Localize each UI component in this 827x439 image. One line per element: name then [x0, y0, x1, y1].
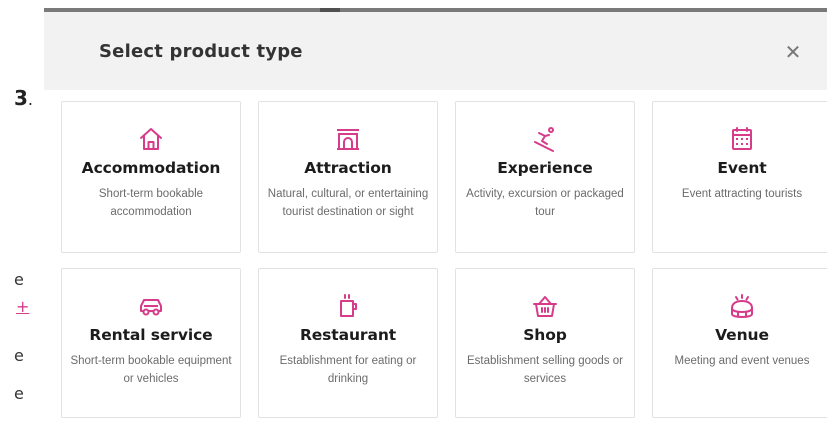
product-type-card-accommodation[interactable]: Accommodation Short-term bookable accomm…	[61, 101, 241, 253]
product-type-card-venue[interactable]: Venue Meeting and event venues	[652, 268, 827, 418]
card-title: Experience	[497, 159, 593, 177]
card-title: Rental service	[89, 326, 213, 344]
card-title: Event	[717, 159, 767, 177]
card-description: Natural, cultural, or entertaining touri…	[267, 188, 429, 218]
product-type-grid: Accommodation Short-term bookable accomm…	[61, 101, 827, 418]
background-add-link[interactable]: +	[16, 297, 29, 316]
card-description: Establishment selling goods or services	[467, 355, 623, 385]
skier-icon	[531, 125, 559, 153]
card-title: Shop	[523, 326, 567, 344]
product-type-card-rental-service[interactable]: Rental service Short-term bookable equip…	[61, 268, 241, 418]
card-title: Venue	[715, 326, 769, 344]
background-text-fragment: e	[14, 346, 24, 365]
house-icon	[137, 125, 165, 153]
stadium-icon	[728, 292, 756, 320]
card-description: Short-term bookable accommodation	[98, 188, 204, 218]
card-title: Accommodation	[81, 159, 221, 177]
arch-icon	[334, 125, 362, 153]
modal-title: Select product type	[99, 41, 303, 62]
background-text-fragment: e	[14, 384, 24, 403]
card-description: Establishment for eating or drinking	[279, 355, 417, 385]
card-title: Attraction	[304, 159, 392, 177]
product-type-card-experience[interactable]: Experience Activity, excursion or packag…	[455, 101, 635, 253]
car-icon	[137, 292, 165, 320]
product-type-card-attraction[interactable]: Attraction Natural, cultural, or enterta…	[258, 101, 438, 253]
card-description: Event attracting tourists	[681, 188, 803, 200]
card-description: Meeting and event venues	[674, 355, 810, 367]
card-description: Short-term bookable equipment or vehicle…	[70, 355, 232, 385]
close-icon[interactable]: ✕	[781, 40, 805, 64]
product-type-card-shop[interactable]: Shop Establishment selling goods or serv…	[455, 268, 635, 418]
product-type-card-restaurant[interactable]: Restaurant Establishment for eating or d…	[258, 268, 438, 418]
modal-header: Select product type ✕	[44, 12, 827, 90]
calendar-icon	[728, 125, 756, 153]
card-title: Restaurant	[299, 326, 397, 344]
background-text-fragment: e	[14, 270, 24, 289]
select-product-type-modal: Select product type ✕ Accommodation Shor…	[44, 8, 827, 439]
product-type-card-event[interactable]: Event Event attracting tourists	[652, 101, 827, 253]
basket-icon	[531, 292, 559, 320]
coffee-cup-icon	[334, 292, 362, 320]
card-description: Activity, excursion or packaged tour	[466, 188, 624, 218]
background-step-number: 3.	[14, 86, 34, 110]
